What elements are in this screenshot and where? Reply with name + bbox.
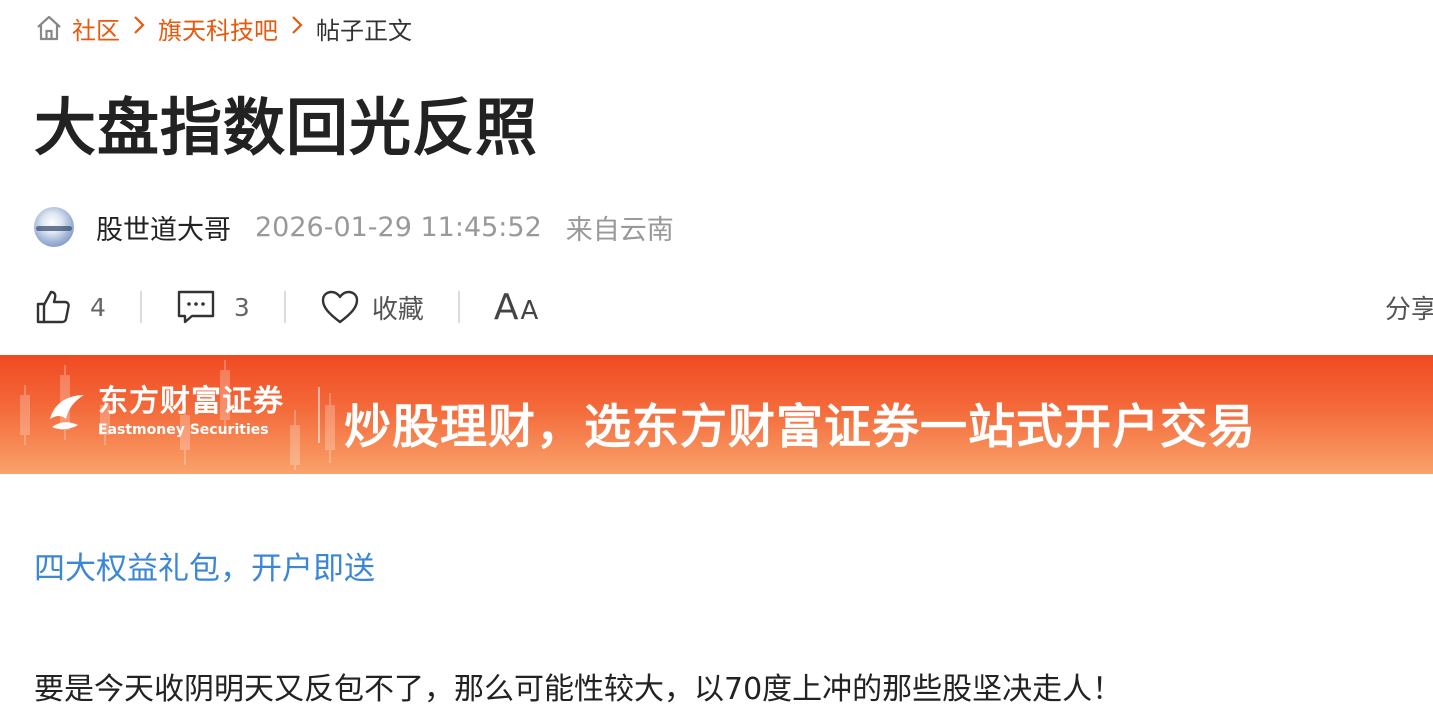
logo-en-text: Eastmoney Securities (98, 422, 269, 438)
post-body-text: 要是今天收阴明天又反包不了，那么可能性较大，以70度上冲的那些股坚决走人！ (34, 672, 1123, 707)
banner-slogan: 炒股理财，选东方财富证券一站式开户交易 (344, 400, 1256, 455)
home-icon[interactable] (34, 13, 64, 43)
post-location: 来自云南 (565, 214, 674, 246)
post-title: 大盘指数回光反照 (34, 91, 539, 164)
action-bar: 4 3 收藏 A A 分享 (34, 282, 1433, 332)
post-page: 社区 旗天科技吧 帖子正文 大盘指数回光反照 股世道大哥 2026-01-29 … (0, 0, 1433, 711)
eastmoney-logo-icon (50, 395, 84, 430)
thumbs-up-icon (34, 288, 72, 326)
banner-divider (318, 387, 320, 443)
chevron-right-icon (290, 15, 304, 41)
breadcrumb-current: 帖子正文 (316, 16, 412, 45)
comment-icon (176, 288, 216, 326)
heart-icon (320, 289, 360, 325)
divider (139, 291, 142, 323)
avatar[interactable] (34, 207, 74, 247)
like-count: 4 (90, 292, 106, 322)
favorite-label: 收藏 (371, 294, 424, 325)
chevron-right-icon (132, 15, 146, 41)
font-size-button[interactable]: A A (494, 287, 538, 328)
favorite-button[interactable]: 收藏 (320, 289, 424, 326)
divider (457, 291, 460, 323)
breadcrumb-bar-link[interactable]: 旗天科技吧 (158, 11, 278, 46)
author-row: 股世道大哥 2026-01-29 11:45:52 来自云南 (34, 204, 674, 250)
comment-button[interactable]: 3 (176, 288, 250, 326)
logo-cn-text: 东方财富证券 (98, 384, 284, 419)
comment-count: 3 (233, 292, 250, 322)
font-size-small-label: A (520, 295, 539, 326)
promo-link[interactable]: 四大权益礼包，开户即送 (34, 543, 375, 588)
post-time: 2026-01-29 11:45:52 (255, 211, 542, 243)
font-size-large-label: A (493, 286, 519, 328)
breadcrumb-community-link[interactable]: 社区 (72, 11, 120, 46)
divider (283, 291, 286, 323)
author-name[interactable]: 股世道大哥 (96, 208, 231, 247)
like-button[interactable]: 4 (34, 288, 106, 326)
breadcrumb: 社区 旗天科技吧 帖子正文 (34, 10, 412, 46)
ad-banner[interactable]: 东方财富证券 Eastmoney Securities 炒股理财，选东方财富证券… (0, 355, 1433, 474)
eastmoney-logo: 东方财富证券 Eastmoney Securities (44, 385, 284, 439)
share-button[interactable]: 分享到 (1385, 289, 1433, 326)
